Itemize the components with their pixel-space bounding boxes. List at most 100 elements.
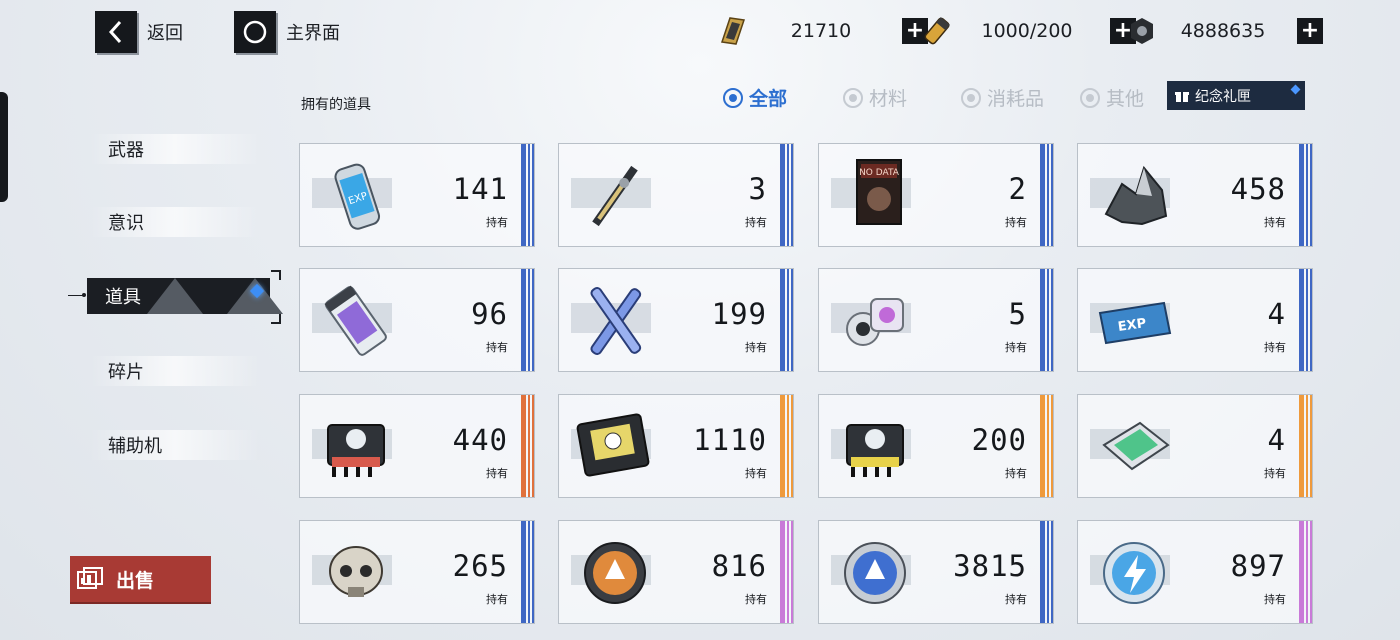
owned-label: 持有 [1005, 593, 1027, 606]
filter-label: 全部 [749, 88, 788, 110]
ore-crystal-icon [1104, 165, 1168, 226]
item-count: 4 [1267, 423, 1286, 457]
yellow-chip-icon [846, 424, 904, 477]
sidebar-item-stigmata[interactable]: 意识 [90, 203, 270, 241]
item-count: 4 [1267, 297, 1286, 331]
owned-label: 持有 [745, 341, 767, 354]
rarity-stripes [777, 395, 793, 497]
selection-bracket [271, 314, 281, 324]
gold-chip-icon [576, 413, 650, 477]
item-count: 440 [452, 423, 508, 457]
item-card[interactable]: 265 持有 [299, 520, 535, 624]
item-card[interactable]: EXP 141 持有 [299, 143, 535, 247]
resource-nut: 4888635 + [1125, 14, 1323, 48]
item-card[interactable]: 816 持有 [558, 520, 794, 624]
sidebar-item-items[interactable]: 道具 [87, 278, 283, 314]
exp-capsule-icon [324, 285, 387, 356]
item-count: 141 [452, 172, 508, 206]
rarity-stripes [518, 395, 534, 497]
item-card[interactable]: 199 持有 [558, 268, 794, 372]
rarity-stripes [518, 521, 534, 623]
filter-materials[interactable]: 材料 [843, 84, 907, 111]
item-count: 3 [748, 172, 767, 206]
rarity-stripes [1296, 395, 1312, 497]
item-count: 2 [1008, 172, 1027, 206]
rarity-stripes [518, 144, 534, 246]
item-card[interactable]: NO DATA 2 持有 [818, 143, 1054, 247]
item-count: 200 [971, 423, 1027, 457]
item-card[interactable]: 3 持有 [558, 143, 794, 247]
item-card[interactable]: 4 持有 [1077, 394, 1313, 498]
item-count: 458 [1230, 172, 1286, 206]
item-count: 1110 [693, 423, 767, 457]
back-button[interactable]: 返回 [95, 11, 183, 53]
rarity-stripes [1037, 144, 1053, 246]
section-title: 拥有的道具 [301, 97, 371, 113]
add-nut-button[interactable]: + [1297, 18, 1323, 44]
gift-label: 纪念礼匣 [1195, 88, 1251, 105]
owned-label: 持有 [1264, 467, 1286, 480]
rarity-stripes [777, 144, 793, 246]
sidebar-item-label: 武器 [108, 140, 144, 161]
rarity-stripes [1296, 269, 1312, 371]
item-count: 96 [471, 297, 508, 331]
owned-label: 持有 [486, 467, 508, 480]
filter-consumables[interactable]: 消耗品 [961, 84, 1044, 111]
exp-ticket-icon: EXP [1098, 301, 1172, 345]
filter-label: 材料 [869, 88, 908, 110]
sell-button[interactable]: 出售 [70, 556, 211, 602]
skull-helmet-icon [329, 546, 383, 597]
filter-all[interactable]: 全部 [723, 84, 787, 111]
item-count: 3815 [953, 549, 1027, 583]
sidebar-item-label: 意识 [108, 213, 144, 234]
stamina-value: 1000/200 [981, 20, 1073, 42]
owned-label: 持有 [1264, 341, 1286, 354]
home-label: 主界面 [286, 23, 340, 44]
sidebar-item-weapons[interactable]: 武器 [90, 130, 270, 168]
left-edge-tab [0, 92, 8, 202]
nut-value: 4888635 [1180, 20, 1266, 42]
selection-pointer [68, 293, 86, 297]
sidebar-item-label: 辅助机 [108, 436, 162, 457]
item-card[interactable]: 200 持有 [818, 394, 1054, 498]
item-count: 265 [452, 549, 508, 583]
sell-label: 出售 [116, 569, 155, 592]
gold-bar-icon [716, 14, 750, 48]
item-card[interactable]: EXP 4 持有 [1077, 268, 1313, 372]
item-card[interactable]: 96 持有 [299, 268, 535, 372]
item-card[interactable]: 440 持有 [299, 394, 535, 498]
green-board-icon [1102, 421, 1170, 471]
crossed-tools-icon [590, 287, 642, 355]
owned-label: 持有 [745, 467, 767, 480]
owned-label: 持有 [486, 593, 508, 606]
owned-label: 持有 [745, 593, 767, 606]
hex-nut-icon [1125, 14, 1159, 48]
sidebar-item-fragments[interactable]: 碎片 [90, 352, 270, 390]
item-card[interactable]: 5 持有 [818, 268, 1054, 372]
filter-label: 其他 [1106, 88, 1145, 110]
rarity-stripes [777, 521, 793, 623]
no-data-card-icon: NO DATA [856, 159, 902, 225]
blue-medal-icon [844, 542, 906, 604]
rarity-stripes [1296, 521, 1312, 623]
item-card[interactable]: 897 持有 [1077, 520, 1313, 624]
gift-icon [1175, 91, 1189, 102]
rarity-stripes [1037, 395, 1053, 497]
owned-label: 持有 [1005, 341, 1027, 354]
red-chip-icon [327, 424, 385, 477]
item-card[interactable]: 1110 持有 [558, 394, 794, 498]
home-button[interactable]: 主界面 [234, 11, 340, 53]
sidebar-item-elf[interactable]: 辅助机 [90, 426, 270, 464]
item-card[interactable]: 3815 持有 [818, 520, 1054, 624]
lightning-medal-icon [1103, 542, 1165, 604]
gift-box-button[interactable]: 纪念礼匣 [1167, 81, 1305, 110]
item-card[interactable]: 458 持有 [1077, 143, 1313, 247]
rarity-stripes [518, 269, 534, 371]
filter-others[interactable]: 其他 [1080, 84, 1144, 111]
orange-medal-icon [584, 542, 646, 604]
item-count: 5 [1008, 297, 1027, 331]
rarity-stripes [1037, 521, 1053, 623]
home-circle-icon [234, 11, 276, 53]
owned-label: 持有 [1264, 593, 1286, 606]
item-count: 199 [711, 297, 767, 331]
